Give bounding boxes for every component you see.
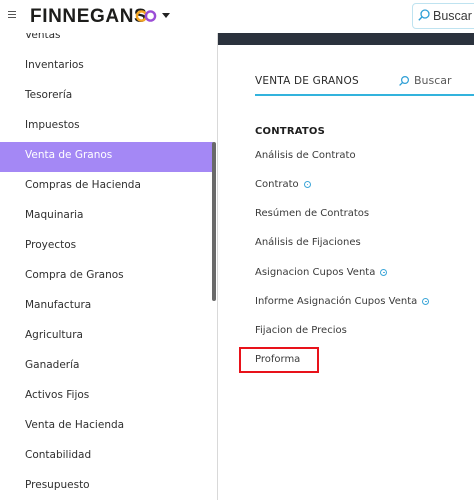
global-search-label: Buscar bbox=[433, 9, 472, 23]
sidebar-scrollbar[interactable] bbox=[212, 142, 216, 301]
brand-name[interactable]: FINNEGANS bbox=[30, 6, 147, 28]
sidebar-item-label: Contabilidad bbox=[25, 449, 92, 461]
link-fijacion-de-precios[interactable]: Fijacion de Precios bbox=[255, 322, 347, 338]
info-icon[interactable] bbox=[303, 180, 311, 188]
sidebar-item-label: Tesorería bbox=[25, 89, 73, 101]
module-title: VENTA DE GRANOS bbox=[255, 75, 359, 87]
info-icon[interactable] bbox=[422, 297, 430, 305]
search-icon bbox=[399, 75, 410, 86]
sidebar-item-impuestos[interactable]: Impuestos bbox=[0, 112, 213, 142]
link-informe-asignacion-cupos-venta[interactable]: Informe Asignación Cupos Venta bbox=[255, 293, 430, 309]
sidebar-item-venta-de-hacienda[interactable]: Venta de Hacienda bbox=[0, 412, 213, 442]
sidebar-item-maquinaria[interactable]: Maquinaria bbox=[0, 202, 213, 232]
header-strip bbox=[218, 33, 474, 45]
sidebar-item-ventas[interactable]: Ventas bbox=[0, 33, 213, 52]
module-title-underline bbox=[255, 94, 474, 96]
section-heading-contratos: CONTRATOS bbox=[255, 126, 326, 137]
proforma-highlight-box bbox=[239, 347, 319, 373]
sidebar-item-label: Presupuesto bbox=[25, 479, 90, 491]
sidebar-item-label: Compras de Hacienda bbox=[25, 179, 141, 191]
sidebar-item-agricultura[interactable]: Agricultura bbox=[0, 322, 213, 352]
sidebar-item-activos-fijos[interactable]: Activos Fijos bbox=[0, 382, 213, 412]
link-analisis-de-fijaciones[interactable]: Análisis de Fijaciones bbox=[255, 234, 361, 250]
link-asignacion-cupos-venta[interactable]: Asignacion Cupos Venta bbox=[255, 264, 388, 280]
link-label: Contrato bbox=[255, 178, 299, 190]
sidebar-item-label: Ganadería bbox=[25, 359, 80, 371]
sidebar-item-tesoreria[interactable]: Tesorería bbox=[0, 82, 213, 112]
link-label: Fijacion de Precios bbox=[255, 324, 347, 336]
top-bar: FINNEGANS Buscar bbox=[0, 0, 474, 33]
link-analisis-de-contrato[interactable]: Análisis de Contrato bbox=[255, 147, 356, 163]
link-contrato[interactable]: Contrato bbox=[255, 176, 311, 192]
sidebar-item-label: Agricultura bbox=[25, 329, 83, 341]
info-icon[interactable] bbox=[380, 268, 388, 276]
sidebar-item-label: Venta de Granos bbox=[25, 149, 113, 161]
link-resumen-de-contratos[interactable]: Resúmen de Contratos bbox=[255, 205, 369, 221]
sidebar-item-label: Impuestos bbox=[25, 119, 80, 131]
sidebar-item-ganaderia[interactable]: Ganadería bbox=[0, 352, 213, 382]
sidebar-item-compras-de-hacienda[interactable]: Compras de Hacienda bbox=[0, 172, 213, 202]
chevron-down-icon[interactable] bbox=[162, 13, 170, 18]
sidebar-item-inventarios[interactable]: Inventarios bbox=[0, 52, 213, 82]
sidebar-item-venta-de-granos[interactable]: Venta de Granos bbox=[0, 142, 213, 172]
sidebar-item-presupuesto[interactable]: Presupuesto bbox=[0, 472, 213, 500]
sidebar: Ventas Inventarios Tesorería Impuestos V… bbox=[0, 33, 216, 500]
sidebar-item-label: Inventarios bbox=[25, 59, 84, 71]
sidebar-item-manufactura[interactable]: Manufactura bbox=[0, 292, 213, 322]
link-label: Análisis de Fijaciones bbox=[255, 236, 361, 248]
search-icon bbox=[418, 9, 430, 21]
sidebar-item-label: Activos Fijos bbox=[25, 389, 90, 401]
sidebar-item-label: Venta de Hacienda bbox=[25, 419, 125, 431]
sidebar-item-label: Ventas bbox=[25, 33, 61, 41]
sidebar-item-label: Proyectos bbox=[25, 239, 77, 251]
global-search[interactable]: Buscar bbox=[412, 3, 474, 29]
sidebar-item-label: Compra de Granos bbox=[25, 269, 124, 281]
finnegans-logo-icon bbox=[135, 10, 157, 22]
hamburger-icon[interactable] bbox=[8, 11, 16, 19]
main-panel: VENTA DE GRANOS Buscar CONTRATOS Análisi… bbox=[218, 33, 474, 500]
sidebar-item-label: Maquinaria bbox=[25, 209, 84, 221]
sidebar-item-label: Manufactura bbox=[25, 299, 92, 311]
sidebar-item-contabilidad[interactable]: Contabilidad bbox=[0, 442, 213, 472]
link-label: Análisis de Contrato bbox=[255, 149, 356, 161]
link-label: Informe Asignación Cupos Venta bbox=[255, 295, 418, 307]
sidebar-item-proyectos[interactable]: Proyectos bbox=[0, 232, 213, 262]
module-search-label: Buscar bbox=[414, 74, 452, 87]
link-label: Asignacion Cupos Venta bbox=[255, 266, 376, 278]
sidebar-item-compra-de-granos[interactable]: Compra de Granos bbox=[0, 262, 213, 292]
link-label: Resúmen de Contratos bbox=[255, 207, 370, 219]
